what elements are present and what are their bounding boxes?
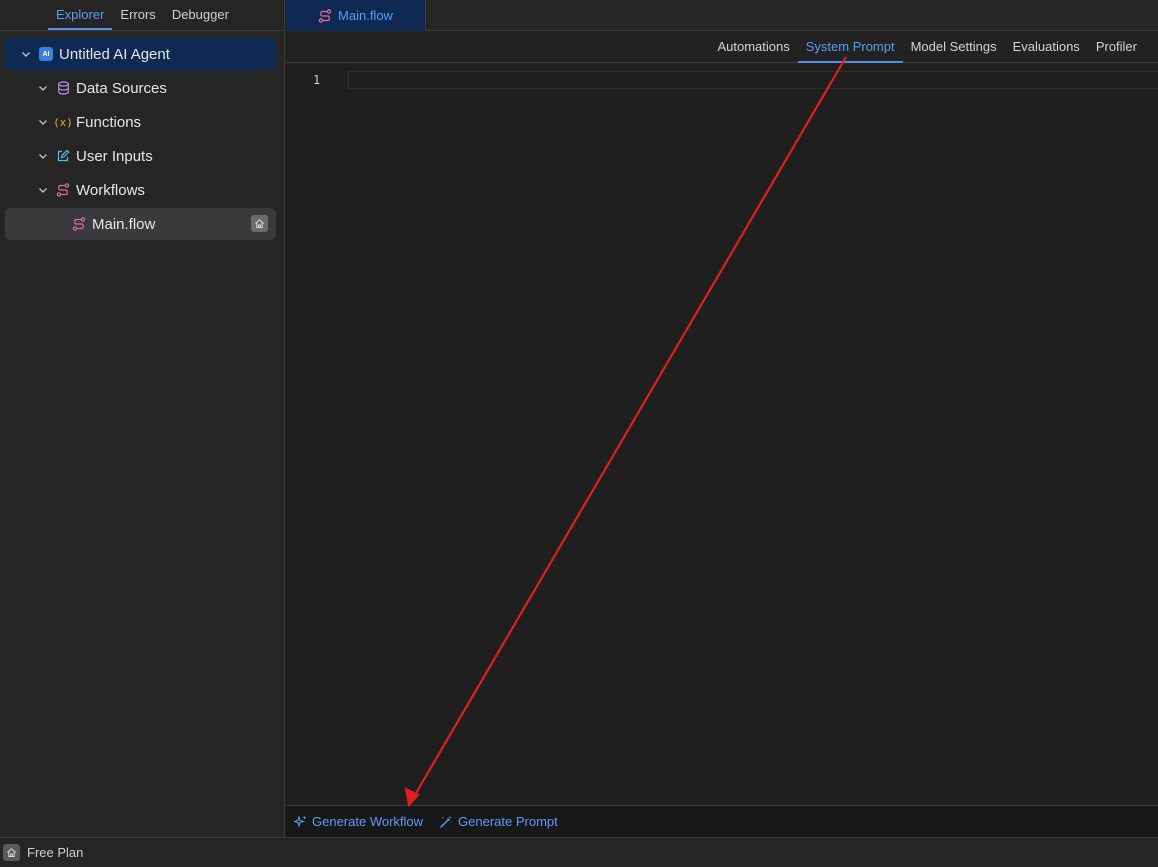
database-icon: [56, 81, 70, 95]
chevron-down-icon[interactable]: [36, 183, 50, 197]
home-icon[interactable]: [3, 844, 20, 861]
tree-item-label: Workflows: [76, 181, 145, 199]
chevron-down-icon[interactable]: [19, 47, 33, 61]
tree-item-untitled-ai-agent[interactable]: AI Untitled AI Agent: [4, 38, 276, 70]
tree-item-workflows[interactable]: Workflows: [4, 174, 276, 206]
sparkles-icon: [294, 815, 307, 828]
edit-icon: [56, 149, 70, 163]
tree-item-user-inputs[interactable]: User Inputs: [4, 140, 276, 172]
tab-debugger[interactable]: Debugger: [164, 0, 237, 30]
tab-evaluations[interactable]: Evaluations: [1005, 31, 1088, 62]
editor-tab-bar: Main.flow: [286, 0, 1158, 31]
current-line-highlight[interactable]: [348, 71, 1158, 89]
status-bar: Free Plan: [0, 837, 1158, 867]
workflow-icon: [72, 217, 86, 231]
chevron-down-icon[interactable]: [36, 81, 50, 95]
tree-item-label: User Inputs: [76, 147, 153, 165]
line-number: 1: [313, 73, 321, 87]
generate-prompt-label: Generate Prompt: [458, 814, 558, 829]
tree-item-data-sources[interactable]: Data Sources: [4, 72, 276, 104]
generate-workflow-label: Generate Workflow: [312, 814, 424, 829]
tree-item-label: Main.flow: [92, 215, 156, 233]
tree-item-label: Untitled AI Agent: [59, 45, 170, 63]
tab-automations[interactable]: Automations: [709, 31, 797, 62]
tree-item-label: Data Sources: [76, 79, 167, 97]
chevron-down-icon[interactable]: [36, 149, 50, 163]
ai-agent-icon: AI: [39, 47, 53, 61]
tab-main-flow[interactable]: Main.flow: [286, 0, 426, 31]
plan-label: Free Plan: [27, 845, 84, 860]
explorer-tree: AI Untitled AI Agent Data Sources (x) Fu…: [0, 31, 284, 240]
tab-errors[interactable]: Errors: [112, 0, 163, 30]
bottom-toolbar: Generate Workflow Generate Prompt: [286, 805, 1158, 837]
workflow-icon: [56, 183, 70, 197]
magic-wand-icon: [439, 815, 453, 829]
chevron-down-icon[interactable]: [36, 115, 50, 129]
tab-system-prompt[interactable]: System Prompt: [797, 31, 903, 63]
sub-tab-bar: Automations System Prompt Model Settings…: [286, 31, 1158, 63]
workflow-icon: [318, 8, 332, 23]
tree-item-main-flow[interactable]: Main.flow: [5, 208, 276, 240]
sidebar: Explorer Errors Debugger AI Untitled AI …: [0, 0, 285, 837]
home-icon[interactable]: [251, 215, 268, 232]
generate-prompt-button[interactable]: Generate Prompt: [439, 814, 558, 829]
generate-workflow-button[interactable]: Generate Workflow: [294, 814, 423, 829]
tree-item-label: Functions: [76, 113, 142, 131]
function-icon: (x): [53, 115, 73, 129]
system-prompt-editor[interactable]: 1: [286, 64, 1158, 805]
tab-profiler[interactable]: Profiler: [1088, 31, 1145, 62]
tab-explorer[interactable]: Explorer: [48, 0, 113, 30]
tree-item-functions[interactable]: (x) Functions: [4, 106, 276, 138]
tab-model-settings[interactable]: Model Settings: [903, 31, 1005, 62]
sidebar-tabs: Explorer Errors Debugger: [0, 0, 284, 31]
tab-label: Main.flow: [338, 8, 393, 23]
